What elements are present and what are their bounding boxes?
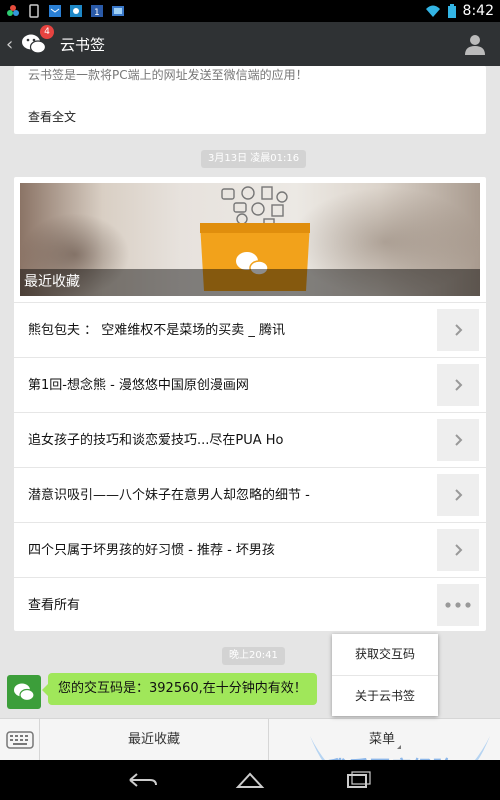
chevron-right-icon bbox=[455, 434, 463, 446]
chat-content[interactable]: 云书签是一款将PC端上的网址发送至微信端的应用！ 查看全文 3月13日 凌晨01… bbox=[0, 66, 500, 718]
nav-back-button[interactable] bbox=[126, 769, 160, 791]
timestamp: 晚上20:41 bbox=[222, 647, 285, 665]
back-arrow-icon bbox=[129, 773, 158, 787]
list-item[interactable]: 四个只属于坏男孩的好习惯 - 推荐 - 坏男孩 bbox=[14, 522, 486, 577]
system-nav-bar bbox=[0, 760, 500, 800]
profile-icon[interactable] bbox=[464, 33, 486, 55]
list-item[interactable]: 追女孩子的技巧和谈恋爱技巧...尽在PUA Ho bbox=[14, 412, 486, 467]
mail-icon bbox=[49, 5, 61, 17]
menu-tab[interactable]: 菜单 bbox=[270, 719, 500, 761]
one-icon: 1 bbox=[91, 5, 103, 18]
keyboard-toggle-button[interactable] bbox=[0, 719, 40, 761]
open-item-button[interactable] bbox=[437, 364, 479, 406]
intro-card[interactable]: 云书签是一款将PC端上的网址发送至微信端的应用！ 查看全文 bbox=[14, 66, 486, 134]
unread-badge: 4 bbox=[40, 25, 54, 39]
chevron-right-icon bbox=[455, 324, 463, 336]
back-icon[interactable]: ‹ bbox=[6, 34, 18, 55]
title-bar: ‹ 4 云书签 bbox=[0, 22, 500, 66]
banner-image[interactable]: 最近收藏 bbox=[20, 183, 480, 296]
wechat-avatar-icon bbox=[14, 683, 35, 702]
chevron-right-icon bbox=[455, 379, 463, 391]
page-title: 云书签 bbox=[60, 35, 106, 54]
menu-item-about[interactable]: 关于云书签 bbox=[332, 675, 438, 716]
view-all-row[interactable]: 查看所有 bbox=[14, 577, 486, 631]
read-full-link[interactable]: 查看全文 bbox=[28, 108, 76, 125]
home-icon bbox=[235, 772, 265, 788]
wechat-logo-icon[interactable]: 4 bbox=[20, 25, 54, 58]
list-item-label: 追女孩子的技巧和谈恋爱技巧...尽在PUA Ho bbox=[28, 433, 284, 448]
bottom-menu-bar: 最近收藏 菜单 bbox=[0, 718, 500, 761]
nav-home-button[interactable] bbox=[233, 769, 267, 791]
list-item-label: 四个只属于坏男孩的好习惯 - 推荐 - 坏男孩 bbox=[28, 543, 275, 558]
svg-text:1: 1 bbox=[94, 8, 100, 18]
menu-tab-label: 菜单 bbox=[368, 732, 395, 747]
recent-bookmarks-tab[interactable]: 最近收藏 bbox=[40, 719, 269, 761]
list-item[interactable]: 熊包包夫 ： 空难维权不是菜场的买卖 _ 腾讯 bbox=[14, 302, 486, 357]
view-all-label: 查看所有 bbox=[28, 598, 81, 613]
recent-bookmarks-card: 最近收藏 熊包包夫 ： 空难维权不是菜场的买卖 _ 腾讯 第1回-想念熊 - 漫… bbox=[14, 177, 486, 631]
recent-tab-label: 最近收藏 bbox=[127, 732, 180, 747]
keyboard-icon bbox=[5, 731, 34, 749]
status-bar: 1 8:42 bbox=[0, 0, 500, 22]
list-item-label: 熊包包夫 ： 空难维权不是菜场的买卖 _ 腾讯 bbox=[28, 323, 286, 338]
menu-item-get-code[interactable]: 获取交互码 bbox=[332, 634, 438, 675]
weather-icon bbox=[70, 5, 82, 17]
phone-icon bbox=[29, 4, 39, 18]
menu-indicator-icon bbox=[397, 745, 401, 749]
open-item-button[interactable] bbox=[437, 419, 479, 461]
nav-recents-button[interactable] bbox=[340, 769, 374, 791]
list-item-label: 潜意识吸引——八个妹子在意男人却忽略的细节 - bbox=[28, 488, 310, 503]
chevron-right-icon bbox=[455, 544, 463, 556]
message-bubble[interactable]: 您的交互码是：392560,在十分钟内有效！ bbox=[42, 673, 317, 705]
gallery-icon bbox=[112, 6, 124, 16]
recents-icon bbox=[346, 771, 371, 788]
list-item-label: 第1回-想念熊 - 漫悠悠中国原创漫画网 bbox=[28, 378, 249, 393]
sender-avatar[interactable] bbox=[7, 675, 41, 709]
app-flower-icon bbox=[7, 5, 19, 16]
battery-icon bbox=[447, 3, 456, 18]
open-item-button[interactable] bbox=[437, 529, 479, 571]
list-item[interactable]: 第1回-想念熊 - 漫悠悠中国原创漫画网 bbox=[14, 357, 486, 412]
timestamp: 3月13日 凌晨01:16 bbox=[201, 150, 307, 168]
intro-description: 云书签是一款将PC端上的网址发送至微信端的应用！ bbox=[28, 68, 308, 82]
open-item-button[interactable] bbox=[437, 474, 479, 516]
list-item[interactable]: 潜意识吸引——八个妹子在意男人却忽略的细节 - bbox=[14, 467, 486, 522]
more-button[interactable] bbox=[437, 584, 479, 626]
banner-caption: 最近收藏 bbox=[20, 269, 480, 296]
chevron-right-icon bbox=[455, 489, 463, 501]
popup-menu: 获取交互码 关于云书签 bbox=[332, 634, 438, 716]
wifi-icon bbox=[425, 5, 440, 17]
more-dots-icon bbox=[445, 602, 471, 608]
open-item-button[interactable] bbox=[437, 309, 479, 351]
clock: 8:42 bbox=[462, 3, 494, 19]
